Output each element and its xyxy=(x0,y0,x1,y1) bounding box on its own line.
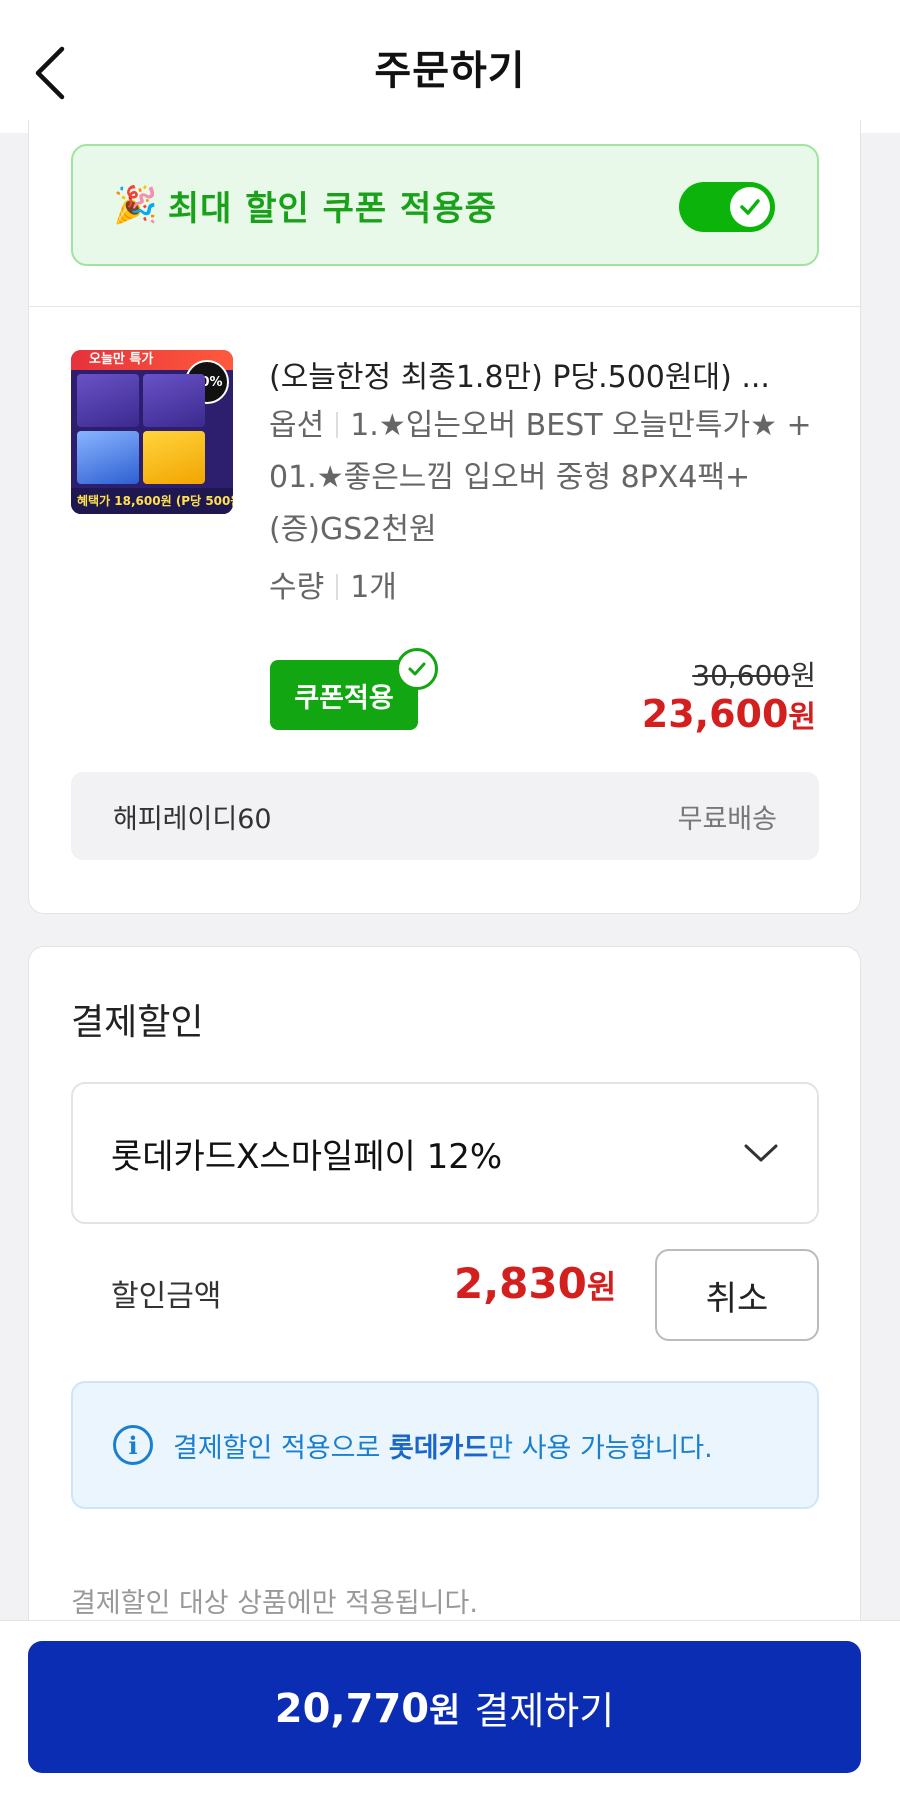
info-text: 결제할인 적용으로 롯데카드만 사용 가능합니다. xyxy=(173,1426,713,1465)
check-icon xyxy=(740,199,760,215)
pay-button[interactable]: 20,770원 결제하기 xyxy=(28,1641,861,1773)
pay-amount: 20,770원 xyxy=(275,1683,475,1732)
pay-label: 결제하기 xyxy=(474,1688,615,1733)
check-circle-icon xyxy=(396,648,438,690)
info-text-suffix: 만 사용 가능합니다. xyxy=(488,1432,713,1464)
info-text-prefix: 결제할인 적용으로 xyxy=(173,1432,389,1464)
pack-image xyxy=(77,431,139,484)
payment-discount-card: 결제할인 롯데카드X스마일페이 12% 할인금액 2,830원 취소 i 결제할… xyxy=(28,946,861,1666)
discount-amount: 2,830원 xyxy=(454,1259,616,1308)
page-title: 주문하기 xyxy=(374,47,526,94)
info-notice: i 결제할인 적용으로 롯데카드만 사용 가능합니다. xyxy=(71,1381,819,1509)
info-icon: i xyxy=(113,1425,153,1465)
coupon-toggle[interactable] xyxy=(679,182,775,232)
thumb-bottom-label: 혜택가 18,600원 (P당 500원대) xyxy=(71,488,233,514)
qty-label: 수량 xyxy=(269,570,325,605)
original-price-value: 30,600 xyxy=(692,659,791,692)
separator xyxy=(336,574,339,600)
product-option: 옵션 1.★입는오버 BEST 오늘만특가★ + 01.★좋은느낌 입오버 중형 … xyxy=(269,400,839,556)
pack-image xyxy=(77,374,139,427)
option-label: 옵션 xyxy=(269,408,325,443)
option-value: 1.★입는오버 BEST 오늘만특가★ + 01.★좋은느낌 입오버 중형 8P… xyxy=(269,408,812,547)
thumb-pack-grid xyxy=(77,374,205,484)
chevron-down-icon xyxy=(744,1144,778,1162)
bottom-bar: 20,770원 결제하기 xyxy=(0,1620,900,1793)
back-button[interactable] xyxy=(22,38,78,108)
original-price: 30,600원 xyxy=(692,654,816,694)
final-price: 23,600원 xyxy=(642,692,816,736)
final-price-unit: 원 xyxy=(788,700,816,735)
coupon-banner: 🎉 최대 할인 쿠폰 적용중 xyxy=(71,144,819,266)
section-title: 결제할인 xyxy=(71,1002,204,1043)
order-item-card: 🎉 최대 할인 쿠폰 적용중 오늘만 특가 10% 혜택가 18,600원 (P… xyxy=(28,120,861,914)
divider xyxy=(29,306,860,307)
seller-name: 해피레이디60 xyxy=(113,803,272,835)
product-quantity: 수량 1개 xyxy=(269,562,397,614)
selected-card: 롯데카드X스마일페이 12% xyxy=(111,1136,503,1177)
separator xyxy=(336,412,339,438)
cancel-button[interactable]: 취소 xyxy=(655,1249,819,1341)
pack-image xyxy=(143,431,205,484)
discount-note: 결제할인 대상 상품에만 적용됩니다. xyxy=(71,1588,478,1619)
coupon-banner-label: 최대 할인 쿠폰 적용중 xyxy=(167,188,497,229)
product-name[interactable]: (오늘한정 최종1.8만) P당.500원대) ... xyxy=(269,352,829,396)
seller-row: 해피레이디60 무료배송 xyxy=(71,772,819,860)
party-popper-icon: 🎉 xyxy=(113,185,158,226)
discount-amount-value: 2,830 xyxy=(454,1259,587,1308)
top-bar: 주문하기 xyxy=(0,0,900,133)
qty-value: 1개 xyxy=(350,570,397,605)
chevron-left-icon xyxy=(35,46,65,100)
original-price-unit: 원 xyxy=(790,659,816,692)
shipping-info: 무료배송 xyxy=(677,803,777,835)
info-text-bold: 롯데카드 xyxy=(388,1432,489,1464)
discount-amount-label: 할인금액 xyxy=(111,1279,222,1314)
discount-amount-unit: 원 xyxy=(586,1268,617,1306)
toggle-knob xyxy=(730,187,770,227)
pay-amount-unit: 원 xyxy=(429,1690,461,1731)
final-price-value: 23,600 xyxy=(641,692,789,736)
product-thumbnail[interactable]: 오늘만 특가 10% 혜택가 18,600원 (P당 500원대) xyxy=(71,350,233,514)
pack-image xyxy=(143,374,205,427)
pay-amount-value: 20,770 xyxy=(274,1685,430,1732)
card-discount-select[interactable]: 롯데카드X스마일페이 12% xyxy=(71,1082,819,1224)
